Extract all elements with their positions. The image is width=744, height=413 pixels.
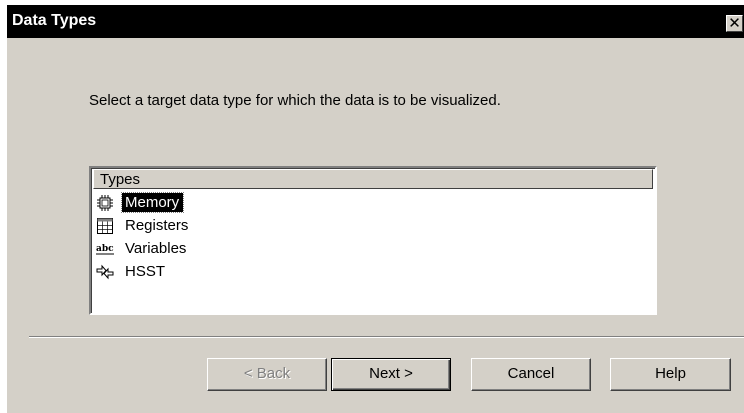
list-item-label: Memory [120,192,185,213]
types-listbox[interactable]: Types Memory Registers abc Variables HSS… [89,166,657,315]
list-item-variables[interactable]: abc Variables [96,238,396,260]
instruction-text: Select a target data type for which the … [89,92,501,109]
close-button[interactable]: ✕ [726,15,743,32]
list-item-label: Registers [125,217,189,234]
abc-variables-icon: abc [96,244,114,255]
list-item-label: HSST [125,263,166,280]
types-column-header[interactable]: Types [93,169,653,189]
data-types-dialog: Data Types ✕ Select a target data type f… [6,4,744,413]
help-button[interactable]: Help [610,358,731,391]
hsst-arrows-icon [96,264,114,280]
separator [29,336,744,338]
list-item-hsst[interactable]: HSST [96,261,396,283]
back-button[interactable]: < Back [207,358,327,391]
types-header-label: Types [100,171,141,188]
window-title: Data Types [12,12,97,29]
list-item-label: Variables [125,240,187,257]
svg-text:abc: abc [96,244,114,254]
close-icon: ✕ [728,14,741,32]
title-bar[interactable]: Data Types ✕ [7,5,744,38]
memory-chip-icon [97,195,113,211]
list-item-registers[interactable]: Registers [96,215,396,237]
list-item-memory[interactable]: Memory [96,192,396,214]
registers-grid-icon [97,218,113,234]
cancel-button[interactable]: Cancel [471,358,591,391]
next-button[interactable]: Next > [331,358,451,391]
